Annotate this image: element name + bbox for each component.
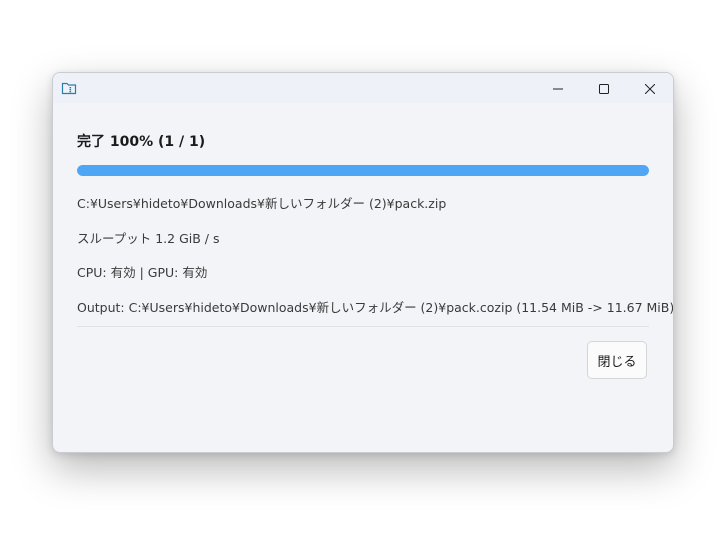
close-icon <box>644 79 656 98</box>
minimize-button[interactable] <box>535 73 581 103</box>
maximize-icon <box>599 79 609 98</box>
minimize-icon <box>553 79 563 98</box>
progress-bar <box>77 165 649 176</box>
title-bar[interactable] <box>53 73 673 103</box>
progress-heading: 完了 100% (1 / 1) <box>77 134 206 150</box>
source-path-text: C:¥Users¥hideto¥Downloads¥新しいフォルダー (2)¥p… <box>77 196 447 211</box>
throughput-text: スループット 1.2 GiB / s <box>77 231 220 246</box>
output-path-text: Output: C:¥Users¥hideto¥Downloads¥新しいフォル… <box>77 300 674 315</box>
folder-zip-icon <box>61 80 77 96</box>
close-button[interactable]: 閉じる <box>587 341 647 379</box>
progress-dialog-window: 完了 100% (1 / 1) C:¥Users¥hideto¥Download… <box>52 72 674 453</box>
maximize-button[interactable] <box>581 73 627 103</box>
hardware-status-text: CPU: 有効 | GPU: 有効 <box>77 265 208 280</box>
close-window-button[interactable] <box>627 73 673 103</box>
progress-bar-fill <box>77 165 649 176</box>
divider <box>77 326 649 327</box>
